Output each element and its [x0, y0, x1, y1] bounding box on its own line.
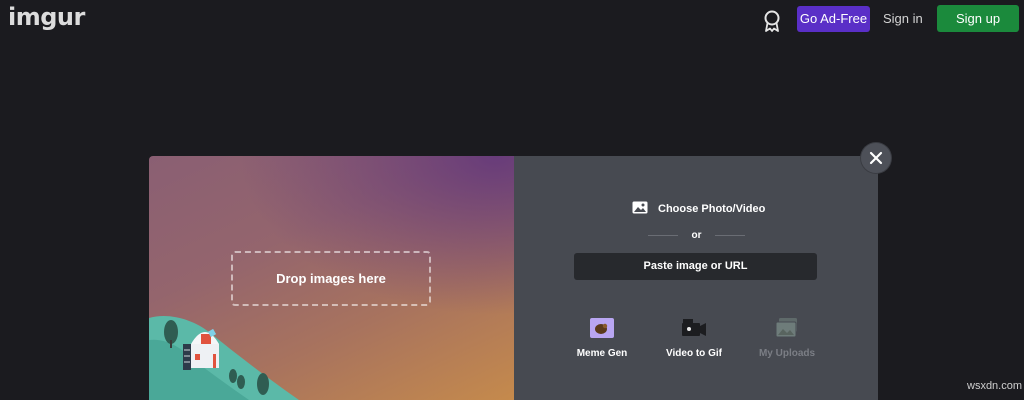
watermark-text: wsxdn.com — [967, 380, 1023, 392]
sign-in-link[interactable]: Sign in — [883, 6, 923, 32]
go-ad-free-button[interactable]: Go Ad-Free — [797, 6, 870, 32]
close-modal-button[interactable] — [861, 143, 891, 173]
divider-line-left — [648, 234, 678, 236]
uploads-stack-icon — [773, 316, 801, 340]
meme-gen-button[interactable]: Meme Gen — [562, 316, 642, 359]
my-uploads-button[interactable]: My Uploads — [747, 316, 827, 359]
paste-image-url-button[interactable]: Paste image or URL — [574, 253, 817, 280]
observatory-hill-illustration — [149, 315, 299, 400]
video-to-gif-button[interactable]: Video to Gif — [654, 316, 734, 359]
or-label: or — [691, 229, 702, 241]
sign-up-button[interactable]: Sign up — [937, 5, 1019, 32]
meme-gen-label: Meme Gen — [576, 348, 628, 359]
video-to-gif-label: Video to Gif — [666, 348, 722, 359]
image-icon — [632, 201, 648, 217]
drop-pane[interactable]: Drop images here — [149, 156, 514, 400]
drop-zone-label: Drop images here — [276, 271, 386, 286]
or-divider: or — [648, 228, 745, 242]
choose-photo-video-button[interactable]: Choose Photo/Video — [632, 200, 765, 218]
video-camera-icon — [680, 316, 708, 340]
ribbon-award-icon[interactable] — [761, 9, 783, 33]
top-navigation-bar: imgur Go Ad-Free Sign in Sign up — [0, 0, 1024, 40]
upload-modal: Drop images here Choose Photo/Video or P… — [149, 156, 878, 400]
upload-options-pane: Choose Photo/Video or Paste image or URL… — [514, 156, 878, 400]
my-uploads-label: My Uploads — [758, 348, 816, 359]
choose-photo-video-label: Choose Photo/Video — [658, 203, 766, 215]
imgur-logo[interactable]: imgur — [8, 3, 85, 31]
divider-line-right — [715, 234, 745, 236]
close-icon — [869, 151, 883, 165]
drop-zone[interactable]: Drop images here — [231, 251, 431, 306]
meme-gen-icon — [588, 316, 616, 340]
